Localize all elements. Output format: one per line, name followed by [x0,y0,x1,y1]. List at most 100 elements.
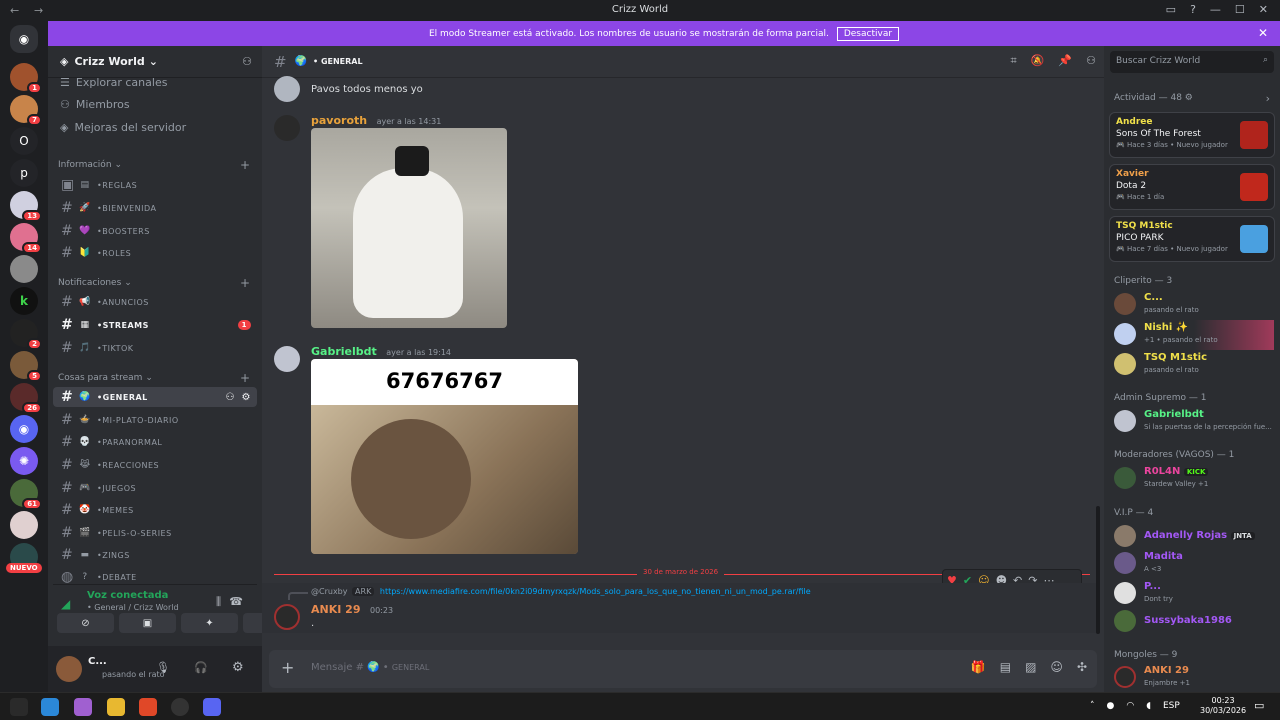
gif-icon[interactable]: ▤ [1000,660,1011,674]
channel-pelis-o-series[interactable]: # 🎬 • PELIS-O-SERIES [53,523,257,543]
member-row[interactable]: C... pasando el rato [1114,290,1274,320]
search-input[interactable]: Buscar Crizz World ⌕ [1110,51,1274,73]
gif-image[interactable]: 67676767 [311,359,578,554]
server-icon[interactable]: 5 [10,351,42,382]
category-notificaciones[interactable]: Notificaciones ⌄ [58,278,132,288]
disable-streamer-button[interactable]: Desactivar [836,26,900,41]
server-icon[interactable]: 7 [10,95,42,126]
language-indicator[interactable]: ESP [1163,701,1180,711]
member-row[interactable]: R0L4N KICK Stardew Valley +1 [1114,464,1274,494]
member-row[interactable]: Sussybaka1986 [1114,607,1274,637]
camera-off-button[interactable]: ⊘ [57,613,114,633]
sticker-icon[interactable]: ▨ [1025,660,1036,674]
server-icon[interactable]: 1 [10,63,42,94]
channel-reglas[interactable]: ▣ ▤ • REGLAS [53,175,257,195]
member-row[interactable]: TSQ M1stic pasando el rato [1114,350,1274,380]
obs-icon[interactable] [171,698,189,716]
chat-scrollbar[interactable] [1096,506,1100,634]
avatar[interactable] [56,656,82,682]
member-row[interactable]: Gabrielbdt Si las puertas de la percepció… [1114,407,1274,437]
server-header[interactable]: ◈ Crizz World ⌄ ⚇ [48,46,262,78]
reply-preview[interactable]: @Cruxby ARK https://www.mediafire.com/fi… [311,587,871,596]
add-channel-icon[interactable]: + [240,158,250,172]
avatar[interactable] [274,346,300,372]
mic-icon[interactable]: ● [1107,701,1115,711]
close-icon[interactable]: ✕ [1258,26,1268,40]
help-icon[interactable]: ? [1190,3,1196,16]
clock[interactable]: 00:23 30/03/2026 [1200,696,1246,716]
members-link[interactable]: ⚇ Miembros [60,98,130,111]
headphones-icon[interactable]: 🎧 [194,661,208,674]
activity-card[interactable]: TSQ M1stic PICO PARK 🎮 Hace 7 días • Nue… [1109,216,1275,262]
disconnect-icon[interactable]: ☎ [229,595,243,608]
emoji-icon[interactable]: ☺ [1050,660,1063,674]
channel-tiktok[interactable]: # 🎵 • TIKTOK [53,338,257,358]
invite-icon[interactable]: ⚇ [226,392,235,403]
channel-paranormal[interactable]: # 💀 • PARANORMAL [53,432,257,452]
category-cosas-para-stream[interactable]: Cosas para stream ⌄ [58,373,153,383]
channel-streams[interactable]: # ▦ • STREAMS 1 [53,315,257,335]
gear-icon[interactable]: ⚙ [242,392,251,403]
author-name[interactable]: pavoroth [311,114,367,127]
activity-card[interactable]: Xavier Dota 2 🎮 Hace 1 día [1109,164,1275,210]
server-icon[interactable]: ✺ [10,447,38,475]
channel-anuncios[interactable]: # 📢 • ANUNCIOS [53,292,257,312]
server-icon[interactable]: 61 [10,479,42,510]
start-icon[interactable] [41,698,59,716]
volume-icon[interactable]: ◖ [1146,701,1151,711]
member-row[interactable]: ANKI 29 Enjambre +1 [1114,663,1274,693]
activities-button[interactable]: ✦ [181,613,238,633]
discord-home-icon[interactable]: ◉ [10,25,38,53]
user-name[interactable]: C... [88,656,107,667]
server-icon[interactable]: 13 [10,191,42,222]
avatar[interactable] [274,76,300,102]
category-informacion[interactable]: Información ⌄ [58,160,122,170]
channel-bienvenida[interactable]: # 🚀 • BIENVENIDA [53,198,257,218]
channel-boosters[interactable]: # 💜 • BOOSTERS [53,221,257,241]
mute-icon[interactable]: 🔕 [1031,54,1045,68]
server-icon[interactable] [10,511,38,539]
minimize-button[interactable]: — [1210,3,1221,16]
server-icon[interactable]: 2 [10,319,42,350]
channel-juegos[interactable]: # 🎮 • JUEGOS [53,478,257,498]
members-icon[interactable]: ⚇ [1086,54,1096,68]
inbox-icon[interactable]: ▭ [1166,3,1176,16]
discord-taskbar-icon[interactable] [203,698,221,716]
server-icon[interactable]: p [10,159,38,187]
chevron-right-icon[interactable]: › [1266,92,1270,105]
add-channel-icon[interactable]: + [240,276,250,290]
member-row[interactable]: P... Dont try [1114,579,1274,609]
member-row[interactable]: Madita A <3 [1114,549,1274,579]
server-icon[interactable]: 14 [10,223,42,254]
chevron-up-icon[interactable]: ˄ [1090,701,1095,711]
author-name[interactable]: Gabrielbdt [311,345,377,358]
explore-channels-link[interactable]: ☰ Explorar canales [60,76,167,89]
server-icon[interactable] [10,255,38,283]
server-icon[interactable]: ◉ [10,415,38,443]
invite-icon[interactable]: ⚇ [242,55,252,68]
gift-icon[interactable]: 🎁 [971,660,986,674]
channel-roles[interactable]: # 🔰 • ROLES [53,243,257,263]
apps-icon[interactable]: ✣ [1077,660,1087,674]
threads-icon[interactable]: ⌗ [1011,54,1017,68]
channel-zings[interactable]: # ▬ • ZINGS [53,545,257,565]
close-window-button[interactable]: ✕ [1259,3,1268,16]
activity-card[interactable]: Andree Sons Of The Forest 🎮 Hace 3 días … [1109,112,1275,158]
avatar[interactable] [274,115,300,141]
activity-header[interactable]: Actividad — 48 ⚙ [1114,93,1193,103]
server-icon[interactable]: 26 [10,383,42,414]
widgets-icon[interactable] [10,698,28,716]
message-input[interactable]: + Mensaje # 🌍 • GENERAL 🎁 ▤ ▨ ☺ ✣ [269,650,1097,688]
pin-icon[interactable]: 📌 [1058,54,1072,68]
channel-reacciones[interactable]: # 😹 • REACCIONES [53,455,257,475]
microphone-icon[interactable]: 🎙 [156,661,170,674]
file-explorer-icon[interactable] [107,698,125,716]
channel-general[interactable]: # 🌍 • GENERAL ⚇ ⚙ [53,387,257,407]
add-channel-icon[interactable]: + [240,371,250,385]
channel-mi-plato-diario[interactable]: # 🍲 • MI-PLATO-DIARIO [53,410,257,430]
maximize-button[interactable]: ☐ [1235,3,1245,16]
add-attachment-icon[interactable]: + [281,658,294,677]
server-boosts-link[interactable]: ◈ Mejoras del servidor [60,121,186,134]
member-row[interactable]: Nishi ✨ +1 • pasando el rato [1114,320,1274,350]
cat-image[interactable] [311,128,507,328]
